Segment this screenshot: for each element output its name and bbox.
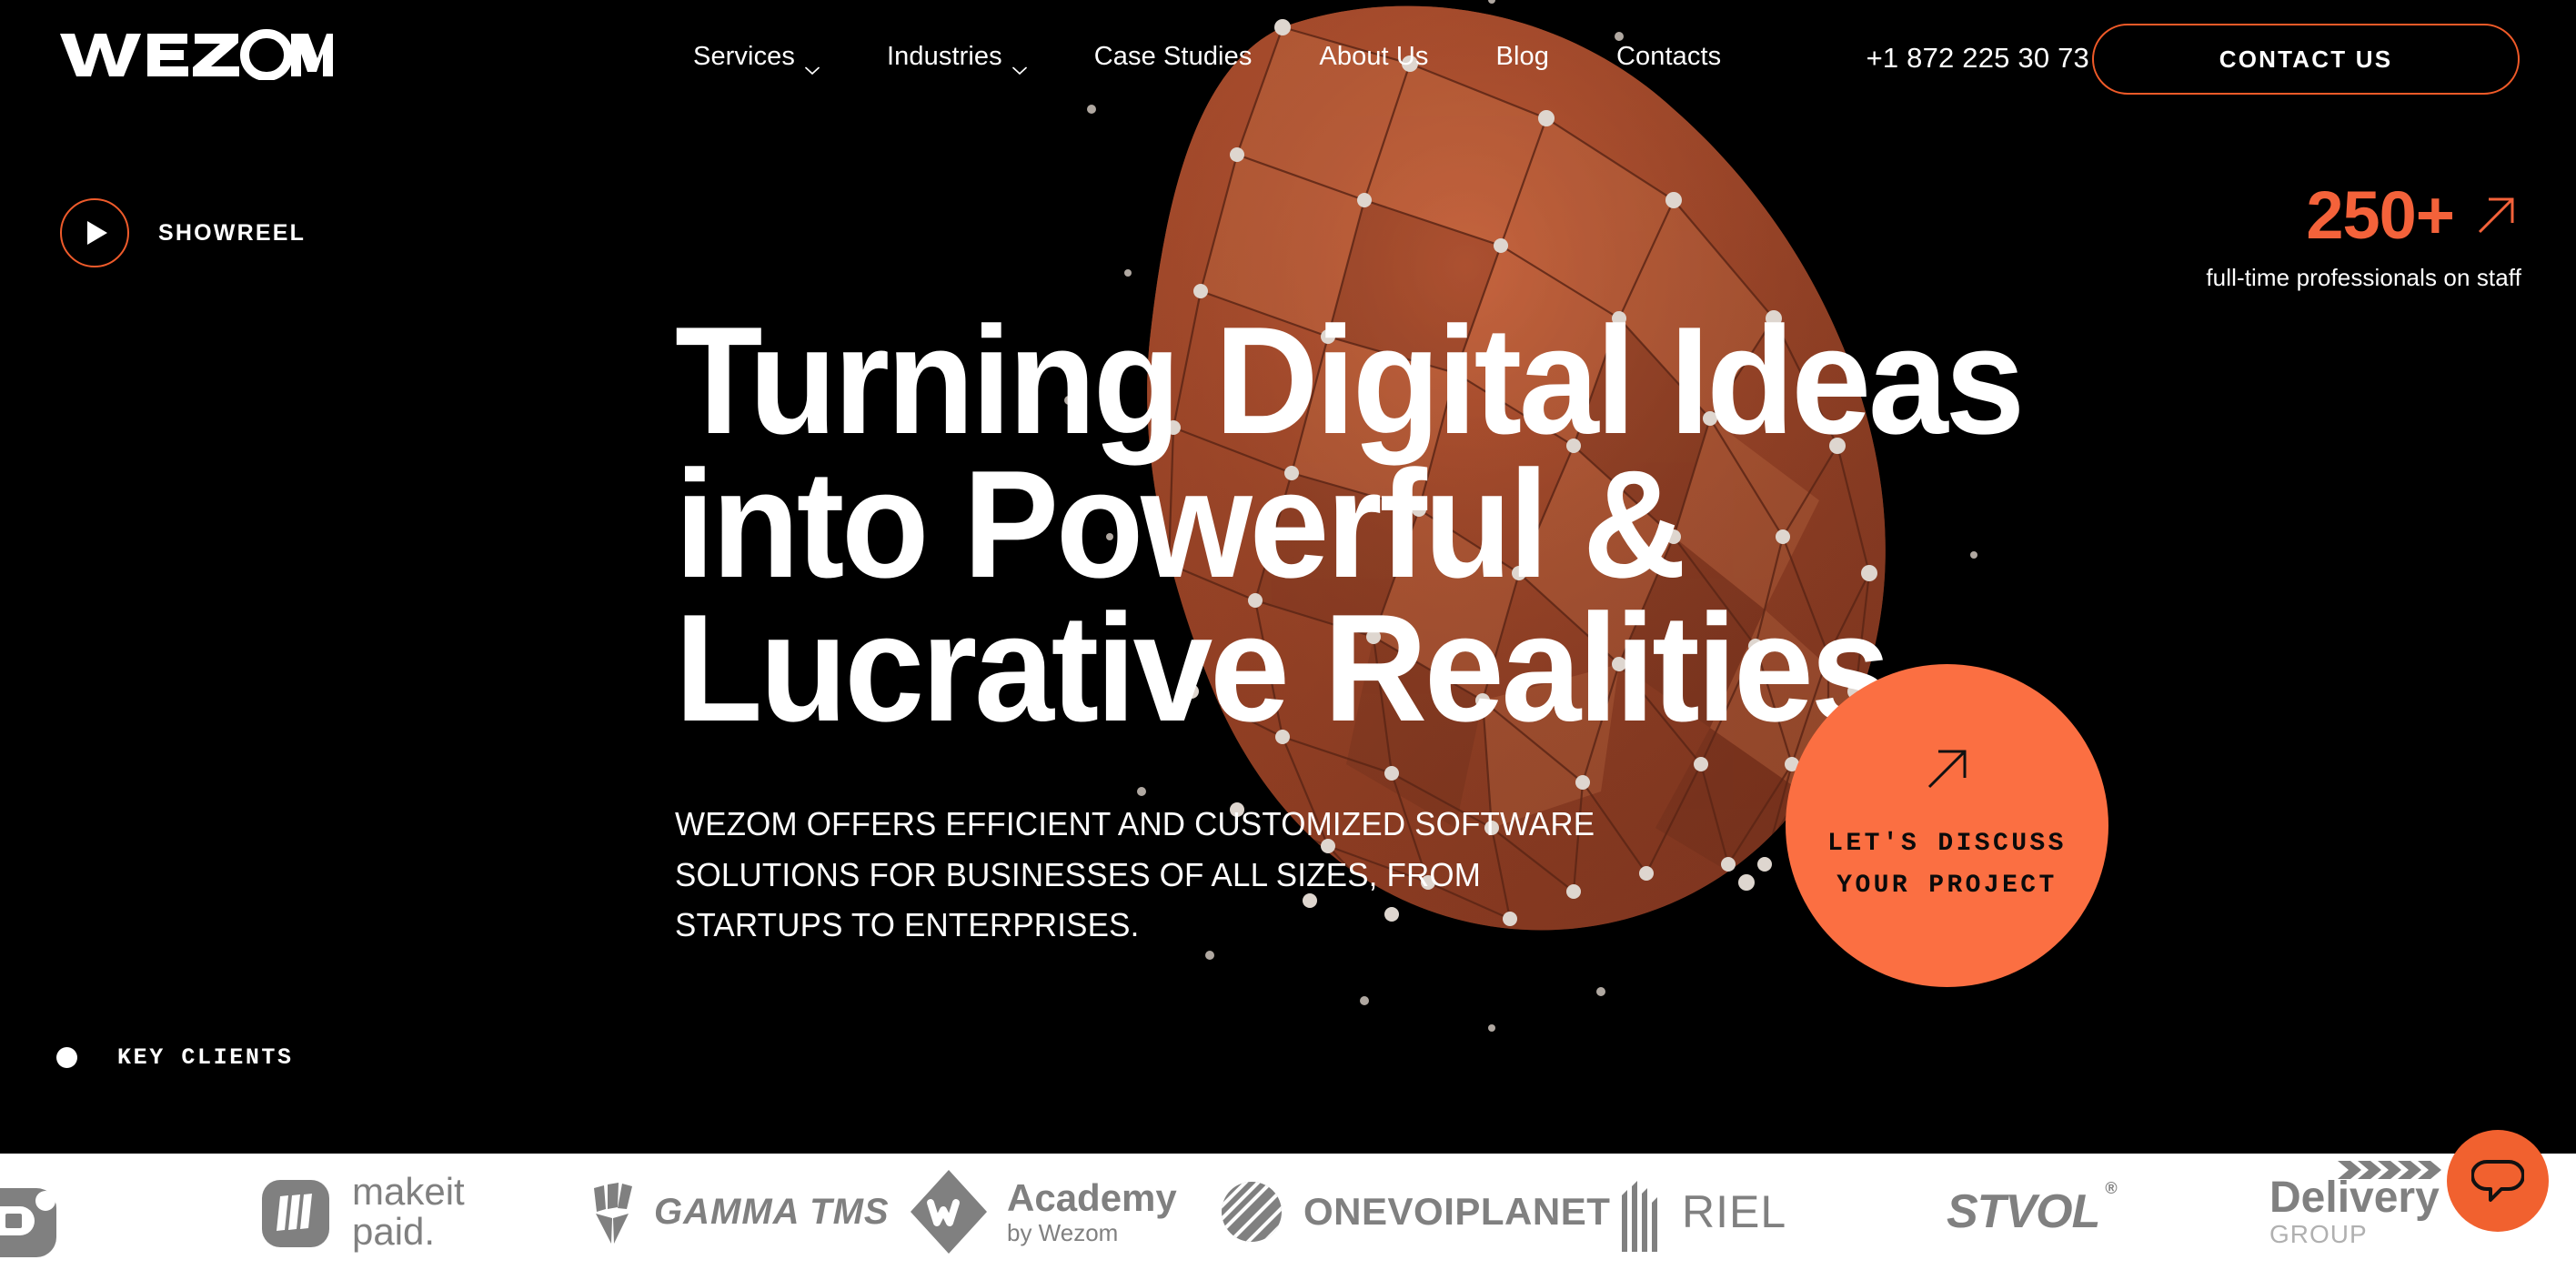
client-name: GAMMA TMS: [654, 1191, 890, 1232]
shield-icon: [594, 1183, 632, 1244]
chevrons-icon: [2337, 1161, 2441, 1179]
client-logo-riel[interactable]: RIEL: [1615, 1154, 1786, 1270]
bars-icon: [1622, 1181, 1657, 1252]
staff-stat-label: full-time professionals on staff: [2206, 264, 2521, 291]
play-triangle-icon: [87, 221, 107, 245]
wezom-logo[interactable]: [60, 29, 333, 80]
nav-label: Contacts: [1615, 42, 1722, 71]
staff-stat-value: 250+: [2306, 177, 2455, 253]
staff-stat-row: 250+: [2206, 182, 2521, 249]
client-logo-delivery-group[interactable]: Delivery GROUP: [2269, 1154, 2441, 1270]
hero-headline-line-3: Lucrative Realities: [675, 581, 1890, 753]
staff-stat: 250+ full-time professionals on staff: [2206, 182, 2521, 292]
site-header: Services Industries Case Studies About U…: [0, 0, 2576, 120]
nav-label: Blog: [1495, 42, 1549, 71]
client-logo-stvol[interactable]: STVOL ®: [1947, 1154, 2118, 1270]
client-logo-d[interactable]: [0, 1154, 78, 1270]
nav-item-contacts[interactable]: Contacts: [1616, 44, 1721, 70]
cta-label-line-1: LET'S DISCUSS: [1827, 830, 2067, 859]
showreel-control[interactable]: SHOWREEL: [60, 198, 306, 267]
chat-widget-button[interactable]: [2447, 1130, 2549, 1232]
registered-mark-icon: ®: [2105, 1179, 2118, 1197]
diamond-w-icon: [911, 1170, 987, 1254]
nav-item-case-studies[interactable]: Case Studies: [1094, 44, 1253, 70]
hero-headline: Turning Digital Ideas into Powerful & Lu…: [675, 295, 2025, 753]
client-logo-makeit-paid[interactable]: makeit paid.: [259, 1154, 465, 1270]
page-root: Services Industries Case Studies About U…: [0, 0, 2576, 1270]
nav-label: Industries: [887, 42, 1002, 71]
client-name-line-1: makeit: [352, 1170, 465, 1213]
client-name: RIEL: [1682, 1186, 1787, 1237]
cta-label-line-2: YOUR PROJECT: [1836, 871, 2058, 900]
client-name: STVOL: [1947, 1185, 2100, 1238]
key-clients-label: KEY CLIENTS: [117, 1044, 294, 1071]
lets-discuss-your-project-button[interactable]: LET'S DISCUSS YOUR PROJECT: [1786, 664, 2108, 987]
hero-headline-line-2: into Powerful &: [675, 438, 1686, 610]
client-logo-gamma-tms[interactable]: GAMMA TMS: [587, 1154, 890, 1270]
header-phone-number[interactable]: +1 872 225 30 73: [1867, 42, 2089, 75]
nav-item-about-us[interactable]: About Us: [1319, 44, 1428, 70]
client-logos-strip: makeit paid. GAMMA TMS Academy by Wezom …: [0, 1154, 2576, 1270]
client-name-line-2: by Wezom: [1007, 1218, 1119, 1246]
nav-item-industries[interactable]: Industries: [887, 42, 1027, 75]
chevron-down-icon: [805, 55, 820, 75]
chevron-down-icon: [1011, 55, 1027, 75]
client-name-line-1: Academy: [1007, 1175, 1177, 1219]
play-icon[interactable]: [60, 198, 129, 267]
showreel-label: SHOWREEL: [158, 219, 307, 246]
arrow-up-right-icon: [2470, 190, 2521, 241]
client-name-line-2: paid.: [352, 1210, 436, 1253]
client-logos-track: makeit paid. GAMMA TMS Academy by Wezom …: [0, 1154, 2576, 1270]
nav-label: About Us: [1319, 42, 1429, 71]
nav-label: Case Studies: [1093, 42, 1253, 71]
nav-item-blog[interactable]: Blog: [1496, 44, 1549, 70]
arrow-up-right-icon: [1924, 745, 1971, 792]
contact-us-button[interactable]: CONTACT US: [2092, 24, 2520, 95]
striped-globe-icon: [1222, 1182, 1282, 1242]
client-logo-academy-by-wezom[interactable]: Academy by Wezom: [905, 1154, 1177, 1270]
client-name: ONEVOIPLANET: [1303, 1190, 1611, 1233]
client-name-line-2: GROUP: [2269, 1220, 2368, 1248]
main-navigation: Services Industries Case Studies About U…: [693, 42, 1721, 75]
cta-label: LET'S DISCUSS YOUR PROJECT: [1827, 823, 2067, 906]
nav-label: Services: [693, 42, 795, 71]
client-logo-onevoiplanet[interactable]: ONEVOIPLANET: [1214, 1154, 1610, 1270]
key-clients-heading: KEY CLIENTS: [56, 1044, 294, 1071]
client-name-line-1: Delivery: [2269, 1174, 2440, 1222]
dot-icon: [56, 1047, 77, 1068]
nav-item-services[interactable]: Services: [693, 42, 820, 75]
hero-headline-line-1: Turning Digital Ideas: [675, 295, 2025, 466]
hero-subcopy: WEZOM OFFERS EFFICIENT AND CUSTOMIZED SO…: [675, 804, 1595, 944]
chat-bubble-icon: [2471, 1160, 2524, 1202]
rounded-square-d-icon: [0, 1188, 56, 1257]
makeit-paid-icon: [262, 1180, 329, 1247]
